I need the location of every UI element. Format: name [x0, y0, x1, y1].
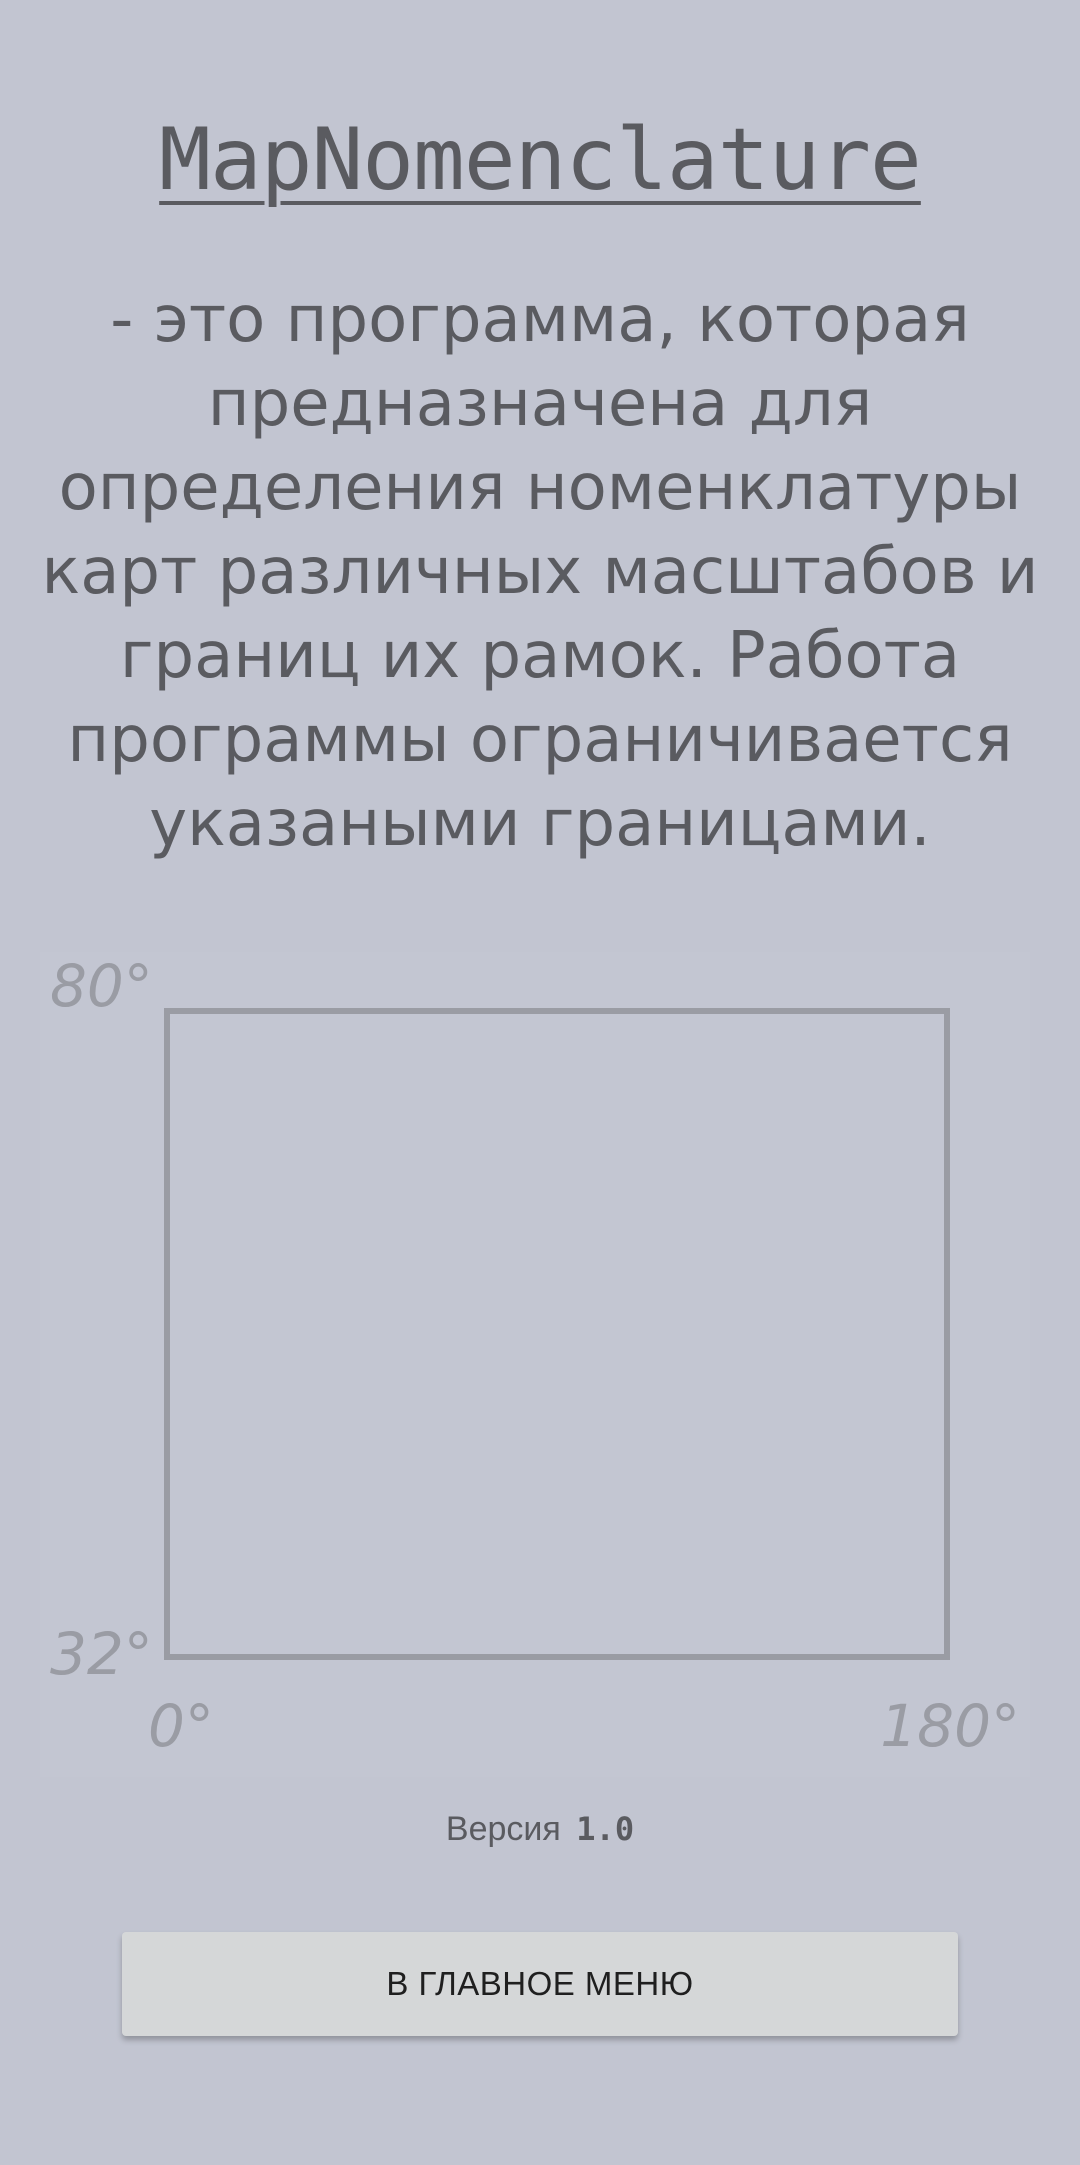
version-info: Версия 1.0 [0, 1810, 1080, 1849]
lat-bottom-label: 32° [50, 1620, 153, 1688]
app-description: - это программа, которая предназначена д… [41, 283, 1039, 861]
main-menu-button[interactable]: В ГЛАВНОЕ МЕНЮ [122, 1932, 958, 2036]
app-title: MapNomenclature [159, 110, 922, 210]
version-number: 1.0 [576, 1810, 635, 1848]
coverage-frame [164, 1008, 950, 1660]
about-screen: MapNomenclature - это программа, которая… [0, 0, 1080, 2165]
coverage-diagram-svg: 80° 32° 0° 180° [50, 952, 1020, 1760]
coverage-diagram: 80° 32° 0° 180° [40, 952, 1030, 1777]
lon-left-label: 0° [148, 1692, 214, 1760]
lon-right-label: 180° [880, 1692, 1020, 1760]
lat-top-label: 80° [50, 952, 153, 1020]
version-label: Версия [445, 1810, 561, 1848]
